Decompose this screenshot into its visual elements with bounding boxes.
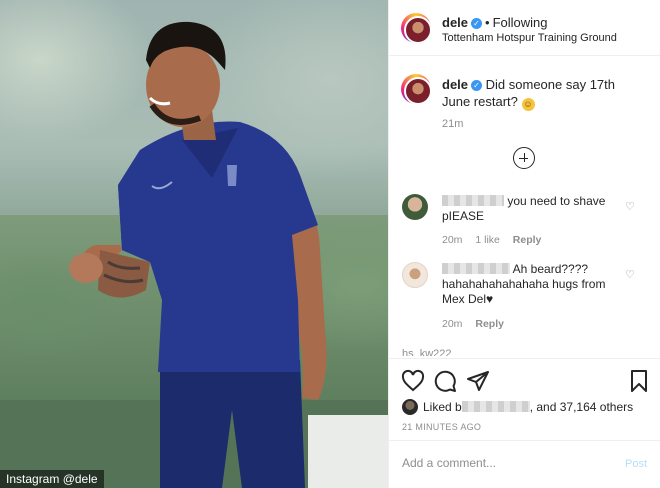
caption-time[interactable]: 21m: [442, 118, 463, 130]
post-header: dele ✓ • Following Tottenham Hotspur Traini…: [389, 0, 660, 56]
separator-dot: •: [485, 15, 490, 30]
comment-icon[interactable]: [433, 369, 457, 393]
blurred-username: [442, 263, 510, 274]
comment-body: you need to shave pIEASE: [442, 194, 627, 224]
comment-meta: 20m Reply: [442, 318, 514, 330]
reply-button[interactable]: Reply: [513, 234, 542, 246]
partial-comment: hs_kw222: [402, 348, 452, 356]
likes-count[interactable]: , and 37,164 others: [530, 400, 633, 414]
comment-heart-icon[interactable]: ♡: [625, 268, 635, 281]
comments-section: dele ✓ Did someone say 17th June restart?…: [389, 56, 660, 356]
comment-time: 20m: [442, 318, 463, 330]
header-user-line: dele ✓ • Following: [442, 15, 548, 30]
comment-heart-icon[interactable]: ♡: [625, 200, 635, 213]
comment-likes[interactable]: 1 like: [475, 234, 500, 246]
comment-meta: 20m 1 like Reply: [442, 234, 551, 246]
likes-summary[interactable]: Liked b , and 37,164 others: [402, 399, 633, 415]
liked-by-text: Liked b: [423, 400, 462, 414]
caption: dele ✓ Did someone say 17th June restart?…: [442, 76, 642, 111]
username-link[interactable]: dele: [442, 15, 468, 30]
add-comment-input[interactable]: [402, 456, 602, 470]
following-button[interactable]: Following: [493, 15, 548, 30]
comment-body: Ah beard???? hahahahahahahaha hugs from …: [442, 262, 627, 307]
comment-avatar[interactable]: [402, 262, 428, 288]
bookmark-icon[interactable]: [627, 369, 651, 393]
comment-avatar[interactable]: [402, 194, 428, 220]
blurred-username: [442, 195, 504, 206]
verified-badge-icon: ✓: [471, 18, 483, 29]
reply-button[interactable]: Reply: [475, 318, 504, 330]
player-figure: [69, 21, 327, 488]
location-link[interactable]: Tottenham Hotspur Training Ground: [442, 32, 617, 44]
post-timestamp[interactable]: 21 MINUTES AGO: [402, 422, 481, 432]
comment-time: 20m: [442, 234, 463, 246]
verified-badge-icon: ✓: [471, 80, 483, 91]
liker-avatar: [402, 399, 418, 415]
post-button[interactable]: Post: [625, 458, 647, 470]
post-photo[interactable]: Instagram @dele: [0, 0, 388, 488]
instagram-watermark: Instagram @dele: [0, 470, 104, 488]
blurred-username: [461, 401, 530, 412]
action-bar: Liked b , and 37,164 others 21 MINUTES AG…: [389, 358, 660, 440]
add-comment-bar: Post: [389, 440, 660, 488]
plus-circle-icon[interactable]: [513, 147, 535, 169]
share-icon[interactable]: [466, 369, 490, 393]
heart-icon[interactable]: [401, 369, 425, 393]
grinning-face-emoji-icon: ☺: [521, 98, 535, 111]
avatar[interactable]: [401, 13, 432, 44]
post-panel: dele ✓ • Following Tottenham Hotspur Traini…: [388, 0, 660, 488]
caption-username[interactable]: dele: [442, 77, 468, 92]
caption-avatar[interactable]: [401, 74, 432, 105]
